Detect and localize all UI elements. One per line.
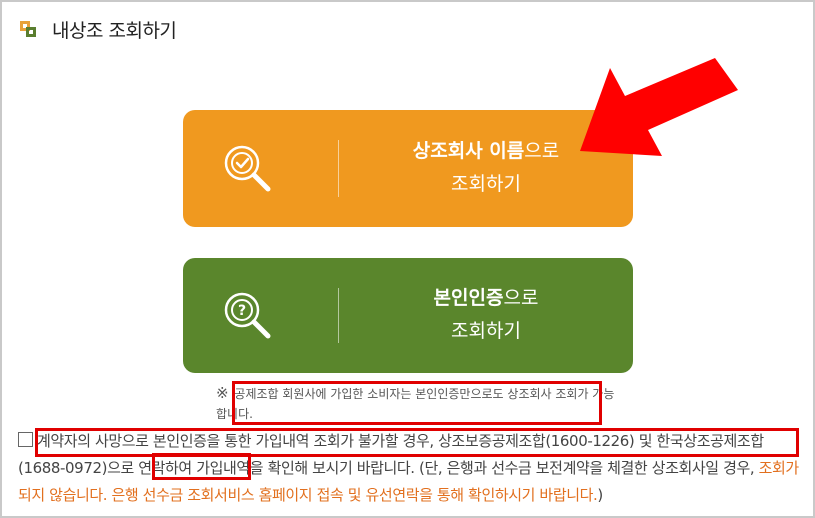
search-by-identity-button[interactable]: ? 본인인증으로 조회하기 (183, 258, 633, 373)
highlight-box (232, 381, 602, 425)
page-title: 내상조 조회하기 (52, 19, 177, 42)
svg-text:?: ? (238, 303, 246, 319)
red-arrow-annotation (580, 58, 738, 156)
highlight-box-line2 (152, 453, 251, 480)
disclaimer-close: ) (597, 486, 603, 504)
note-mark: ※ (216, 384, 229, 402)
title-squares-icon (20, 19, 40, 39)
search-question-icon: ? (224, 292, 271, 338)
highlight-box-line1 (35, 428, 799, 457)
search-by-identity-label: 본인인증으로 조회하기 (433, 287, 539, 342)
page-header: 내상조 조회하기 (20, 14, 177, 44)
search-check-icon (224, 145, 271, 191)
checkbox[interactable] (18, 432, 33, 447)
search-by-company-button[interactable]: 상조회사 이름으로 조회하기 (183, 110, 633, 227)
